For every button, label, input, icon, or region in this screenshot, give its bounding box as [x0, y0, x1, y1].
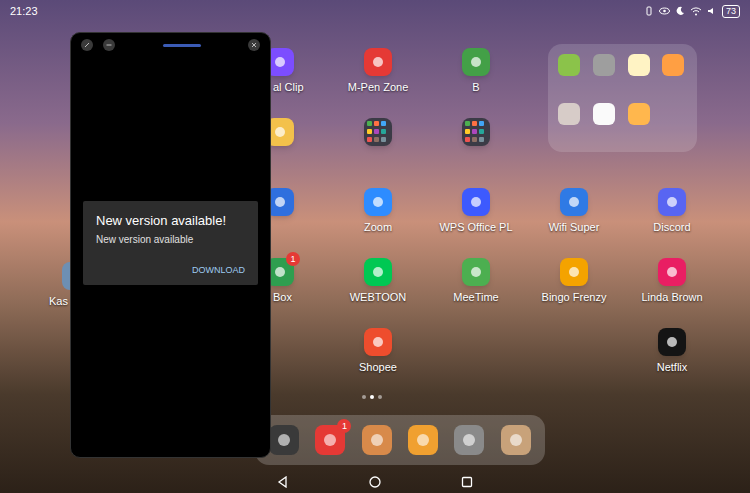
folder-icon[interactable] — [364, 118, 392, 146]
fullscreen-icon[interactable] — [81, 39, 93, 51]
folder-app-icon[interactable] — [628, 54, 650, 76]
folder-app-icon[interactable] — [558, 54, 580, 76]
app-label: Zoom — [364, 220, 392, 234]
tablet-screen: 21:2373Kasal ClipM-Pen ZoneBZoomWPS Offi… — [0, 0, 750, 493]
dock-app-icon[interactable] — [269, 425, 299, 455]
status-bar: 21:23 73 — [0, 0, 750, 22]
app-icon-cell[interactable]: WPS Office PL — [427, 188, 525, 258]
dock-app-icon[interactable]: 1 — [315, 425, 345, 455]
app-icon-cell[interactable]: Bingo Frenzy — [525, 258, 623, 328]
app-row: Shopee Netflix — [231, 328, 721, 398]
page-dot[interactable] — [362, 395, 366, 399]
close-icon[interactable] — [248, 39, 260, 51]
window-title-bar[interactable] — [71, 33, 270, 57]
app-label: M-Pen Zone — [348, 80, 409, 94]
folder-app-icon[interactable] — [628, 103, 650, 125]
app-icon-cell[interactable]: Linda Brown — [623, 258, 721, 328]
app-label: WPS Office PL — [439, 220, 512, 234]
app-icon[interactable] — [658, 258, 686, 286]
sound-icon — [707, 6, 717, 16]
dialog-message: New version available — [96, 233, 245, 247]
folder-icon[interactable] — [462, 118, 490, 146]
app-icon[interactable] — [462, 258, 490, 286]
empty-cell — [427, 328, 525, 398]
app-icon[interactable] — [560, 258, 588, 286]
nav-bar — [0, 471, 750, 493]
app-icon-cell[interactable]: Shopee — [329, 328, 427, 398]
app-icon-cell[interactable]: M-Pen Zone — [329, 48, 427, 118]
back-icon[interactable] — [277, 476, 289, 488]
app-label: B — [472, 80, 479, 94]
app-icon-cell[interactable]: B — [427, 48, 525, 118]
app-row: Zoom WPS Office PL Wifi Super Discord — [231, 188, 721, 258]
dock-app-icon[interactable] — [501, 425, 531, 455]
download-button[interactable]: DOWNLOAD — [192, 264, 245, 276]
app-row: 1BoxWEBTOONMeeTimeBingo FrenzyLinda Brow… — [231, 258, 721, 328]
empty-cell — [525, 328, 623, 398]
vibrate-icon — [644, 6, 654, 16]
folder-app-icon[interactable] — [593, 54, 615, 76]
minimize-icon[interactable] — [103, 39, 115, 51]
page-indicator — [362, 395, 382, 399]
home-icon[interactable] — [369, 476, 381, 488]
app-icon[interactable] — [658, 328, 686, 356]
app-icon[interactable] — [364, 258, 392, 286]
dock-app-icon[interactable] — [362, 425, 392, 455]
badge: 1 — [337, 419, 351, 433]
dock-app-icon[interactable] — [408, 425, 438, 455]
app-label: Bingo Frenzy — [542, 290, 607, 304]
dock-app-icon[interactable] — [454, 425, 484, 455]
app-label: Netflix — [657, 360, 688, 374]
app-icon-cell[interactable]: MeeTime — [427, 258, 525, 328]
clock: 21:23 — [10, 3, 38, 20]
app-label: Shopee — [359, 360, 397, 374]
app-icon[interactable] — [658, 188, 686, 216]
folder[interactable] — [427, 118, 525, 188]
app-icon[interactable] — [462, 188, 490, 216]
folder-widget[interactable] — [548, 44, 697, 152]
eye-icon — [659, 6, 670, 16]
app-icon[interactable] — [364, 188, 392, 216]
folder-app-icon[interactable] — [558, 103, 580, 125]
page-dot[interactable] — [378, 395, 382, 399]
app-label: Kas — [49, 294, 68, 308]
folder-app-icon[interactable] — [593, 103, 615, 125]
page-dot[interactable] — [370, 395, 374, 399]
moon-icon — [675, 6, 685, 16]
app-icon-cell[interactable]: Zoom — [329, 188, 427, 258]
app-label: WEBTOON — [350, 290, 407, 304]
drag-handle[interactable] — [163, 44, 201, 47]
folder-app-icon[interactable] — [662, 54, 684, 76]
badge: 1 — [286, 252, 300, 266]
battery: 73 — [722, 5, 740, 18]
app-icon-cell[interactable]: WEBTOON — [329, 258, 427, 328]
update-dialog: New version available! New version availa… — [83, 201, 258, 285]
app-icon[interactable] — [364, 328, 392, 356]
floating-window[interactable]: New version available! New version availa… — [70, 32, 271, 458]
dock: 1 — [255, 415, 545, 465]
app-icon[interactable] — [560, 188, 588, 216]
wifi-icon — [690, 6, 702, 16]
dialog-title: New version available! — [96, 212, 245, 229]
app-label: Wifi Super — [549, 220, 600, 234]
app-icon-cell[interactable]: Discord — [623, 188, 721, 258]
app-icon[interactable] — [462, 48, 490, 76]
app-icon-cell[interactable]: Wifi Super — [525, 188, 623, 258]
app-label: Discord — [653, 220, 690, 234]
app-icon-cell[interactable]: Netflix — [623, 328, 721, 398]
folder[interactable] — [329, 118, 427, 188]
app-label: Linda Brown — [641, 290, 702, 304]
app-icon[interactable] — [364, 48, 392, 76]
recents-icon[interactable] — [461, 476, 473, 488]
app-label: MeeTime — [453, 290, 498, 304]
